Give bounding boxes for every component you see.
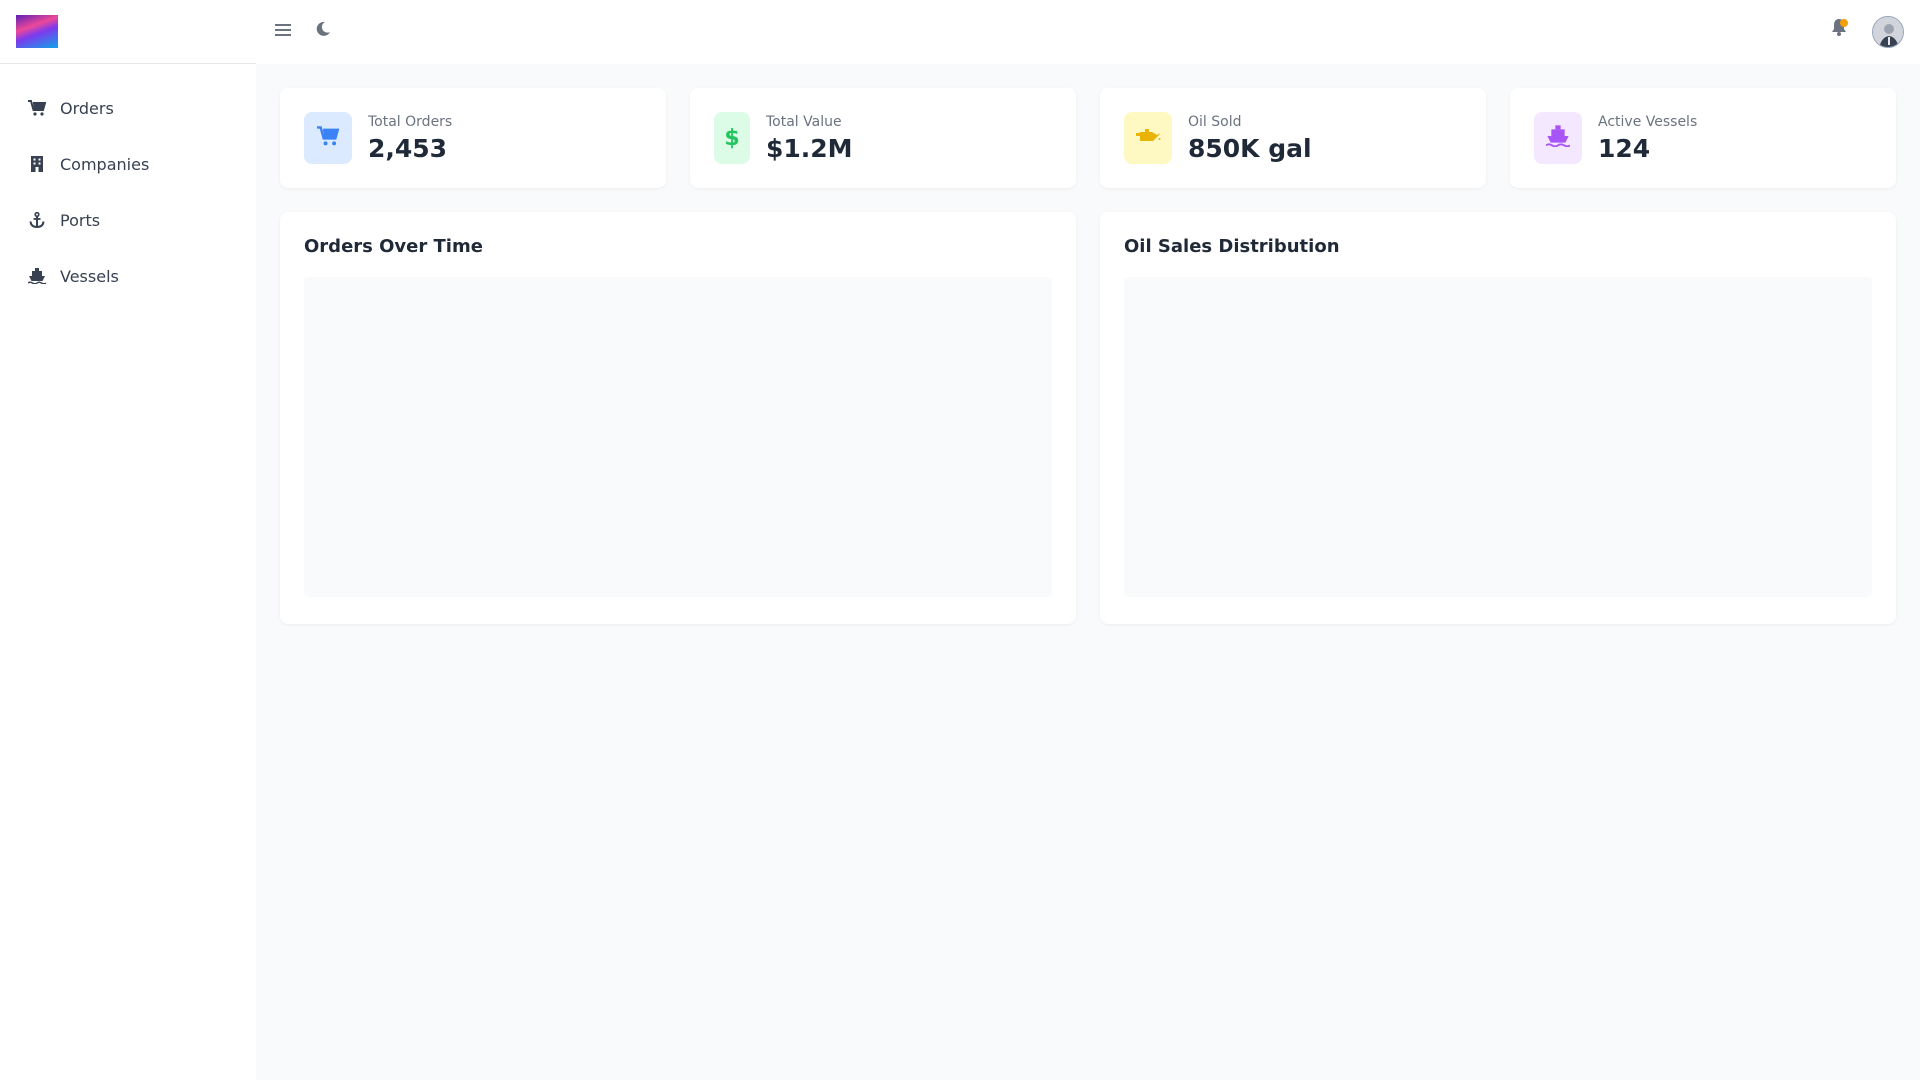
theme-toggle-button[interactable] [308,16,338,46]
stat-label: Total Orders [368,113,453,130]
menu-toggle-button[interactable] [268,16,298,46]
chart-placeholder [1124,277,1872,597]
stat-icon-box [1534,112,1582,164]
stat-value: 2,453 [368,133,448,163]
moon-icon [315,21,331,41]
sidebar-item-label: Vessels [60,266,119,286]
stat-card-oil-sold: Oil Sold 850K gal [1100,88,1486,188]
top-header [256,0,1920,64]
sidebar-item-vessels[interactable]: Vessels [0,248,256,304]
cart-icon [28,99,46,117]
dollar-icon: $ [724,125,740,151]
stat-icon-box [304,112,352,164]
anchor-icon [28,211,46,229]
sidebar-item-ports[interactable]: Ports [0,192,256,248]
chart-title: Orders Over Time [304,236,483,257]
chart-card-orders-over-time: Orders Over Time [280,212,1076,624]
logo-area [0,0,256,64]
sidebar-item-label: Ports [60,210,101,230]
ship-icon [28,267,46,285]
ship-icon [1545,125,1571,151]
stat-label: Active Vessels [1598,113,1698,130]
sidebar-item-orders[interactable]: Orders [0,80,256,136]
sidebar-nav: Orders Companies Ports Vessels [0,64,256,304]
stat-label: Total Value [766,113,842,130]
oil-can-icon [1135,128,1161,148]
chart-card-oil-sales-distribution: Oil Sales Distribution [1100,212,1896,624]
cart-icon [317,126,340,150]
sidebar-item-label: Companies [60,154,150,174]
sidebar: Orders Companies Ports Vessels [0,0,256,1080]
stat-value: $1.2M [766,133,853,163]
sidebar-item-companies[interactable]: Companies [0,136,256,192]
stat-icon-box [1124,112,1172,164]
charts-row: Orders Over Time Oil Sales Distribution [280,212,1896,624]
hamburger-icon [275,22,291,41]
stat-label: Oil Sold [1188,113,1242,130]
sidebar-item-label: Orders [60,98,114,118]
stat-card-total-orders: Total Orders 2,453 [280,88,666,188]
notification-badge [1840,19,1848,27]
stats-row: Total Orders 2,453 $ Total Value $1.2M O… [280,88,1896,188]
user-avatar[interactable] [1872,16,1904,48]
stat-value: 124 [1598,133,1651,163]
stat-card-active-vessels: Active Vessels 124 [1510,88,1896,188]
stat-icon-box: $ [714,112,750,164]
building-icon [28,155,46,173]
notifications-button[interactable] [1824,14,1854,44]
stat-value: 850K gal [1188,133,1312,163]
chart-title: Oil Sales Distribution [1124,236,1340,257]
app-logo[interactable] [16,15,58,48]
stat-card-total-value: $ Total Value $1.2M [690,88,1076,188]
chart-placeholder [304,277,1052,597]
